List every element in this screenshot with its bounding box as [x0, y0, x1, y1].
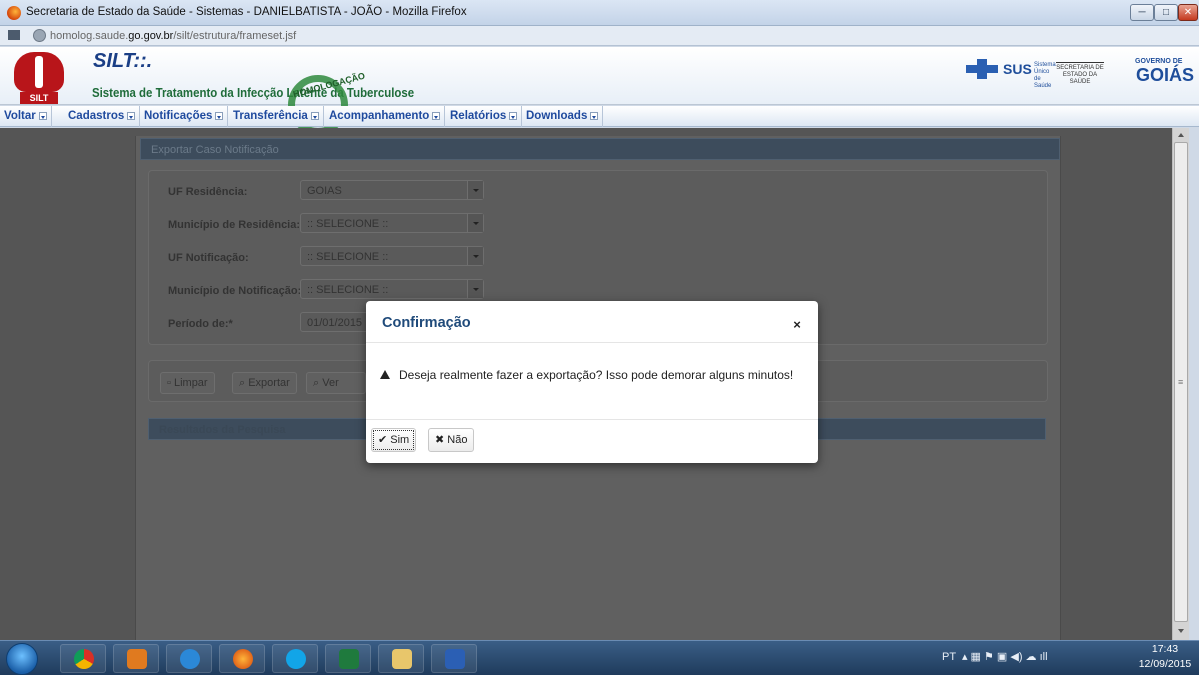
divider [366, 419, 818, 420]
outlook-icon[interactable] [113, 644, 159, 673]
taskbar: PT ▴ ▦ ⚑ ▣ ◀) ☁ ıll 17:43 12/09/2015 [0, 640, 1199, 675]
title-bar: Secretaria de Estado da Saúde - Sistemas… [0, 0, 1199, 26]
search-icon: ⌕ [313, 377, 323, 389]
municipio-notificacao-label: Município de Notificação: [168, 285, 302, 297]
menu-acompanhamento[interactable]: Acompanhamento [325, 106, 446, 127]
clock-date: 12/09/2015 [1138, 658, 1192, 670]
divider [366, 342, 818, 343]
clear-icon: ▫ [167, 377, 174, 389]
uf-residencia-label: UF Residência: [168, 186, 248, 198]
panel-header: Exportar Caso Notificação [140, 138, 1060, 160]
goias-logo: GOIÁS [1136, 65, 1195, 85]
chrome-icon[interactable] [60, 644, 106, 673]
minimize-button[interactable]: ─ [1130, 4, 1154, 21]
uf-notificacao-select[interactable]: :: SELECIONE :: [300, 246, 484, 266]
dropdown-icon [590, 112, 599, 120]
ver-outros-button[interactable]: ⌕ Ver Outr [306, 372, 366, 394]
app-name: SILT::. [93, 50, 153, 72]
dropdown-icon [432, 112, 441, 120]
chevron-down-icon [467, 280, 483, 298]
scroll-down-icon[interactable] [1173, 624, 1189, 638]
menu-notificacoes[interactable]: Notificações [140, 106, 229, 127]
menu-cadastros[interactable]: Cadastros [64, 106, 141, 127]
url-path: /silt/estrutura/frameset.jsf [173, 30, 297, 42]
dropdown-icon [509, 112, 518, 120]
maximize-button[interactable]: □ [1154, 4, 1178, 21]
browser-window: Secretaria de Estado da Saúde - Sistemas… [0, 0, 1199, 640]
dropdown-icon [215, 112, 224, 120]
uf-residencia-select[interactable]: GOIAS [300, 180, 484, 200]
sus-small-text: Sistema Único de Saúde [1034, 62, 1056, 89]
dialog-message: Deseja realmente fazer a exportação? Iss… [399, 368, 794, 382]
secretaria-logo: SECRETARIA DE ESTADO DA SAÚDE [1056, 62, 1104, 86]
vertical-scrollbar[interactable]: ≡ [1172, 128, 1189, 640]
exportar-button[interactable]: ⌕ Exportar [232, 372, 297, 394]
panel-title: Exportar Caso Notificação [151, 144, 279, 156]
firefox-icon[interactable] [219, 644, 265, 673]
limpar-button[interactable]: ▫ Limpar [160, 372, 215, 394]
dropdown-icon [127, 112, 136, 120]
sus-label: SUS [1003, 61, 1032, 77]
url-domain: go.gov.br [128, 30, 174, 42]
main-menu: Voltar Cadastros Notificações Transferên… [0, 106, 1199, 127]
logo-text: SILT [20, 92, 58, 104]
firefox-icon [7, 6, 21, 20]
word-icon[interactable] [431, 644, 477, 673]
chevron-down-icon [467, 247, 483, 265]
dropdown-icon [38, 112, 47, 120]
url-text[interactable]: homolog.saude.go.gov.br/silt/estrutura/f… [50, 30, 296, 42]
clock-time: 17:43 [1151, 643, 1179, 655]
silt-logo: SILT [10, 52, 68, 104]
dropdown-icon [310, 112, 319, 120]
municipio-residencia-label: Município de Residência: [168, 219, 301, 231]
window-title: Secretaria de Estado da Saúde - Sistemas… [26, 6, 467, 18]
confirmation-dialog: Confirmação × Deseja realmente fazer a e… [366, 301, 818, 463]
sim-button[interactable]: ✔ Sim [371, 428, 417, 452]
close-icon[interactable]: × [790, 318, 804, 332]
dialog-title: Confirmação [382, 315, 471, 331]
nao-button[interactable]: ✖ Não [428, 428, 475, 452]
chevron-down-icon [467, 181, 483, 199]
close-window-button[interactable]: ✕ [1178, 4, 1198, 21]
scroll-up-icon[interactable] [1173, 128, 1189, 142]
municipio-notificacao-select[interactable]: :: SELECIONE :: [300, 279, 484, 299]
language-indicator[interactable]: PT [942, 651, 956, 663]
periodo-input[interactable]: 01/01/2015 [300, 312, 370, 332]
explorer-icon[interactable] [378, 644, 424, 673]
scroll-thumb[interactable]: ≡ [1174, 142, 1188, 622]
skype-icon[interactable] [272, 644, 318, 673]
menu-relatorios[interactable]: Relatórios [446, 106, 523, 127]
excel-icon[interactable] [325, 644, 371, 673]
warning-icon [380, 370, 390, 379]
chevron-down-icon [467, 214, 483, 232]
address-bar[interactable]: homolog.saude.go.gov.br/silt/estrutura/f… [0, 26, 1199, 46]
url-prefix: homolog.saude. [50, 30, 129, 42]
periodo-label: Período de:* [168, 318, 233, 330]
clock[interactable]: 17:43 12/09/2015 [1135, 642, 1195, 672]
app-header: SILT SILT::. Sistema de Tratamento da In… [0, 47, 1199, 135]
start-button[interactable] [6, 643, 38, 675]
ie-icon[interactable] [166, 644, 212, 673]
app-subtitle: Sistema de Tratamento da Infecção Latent… [92, 85, 415, 100]
export-icon: ⌕ [239, 377, 249, 389]
globe-icon [33, 29, 46, 42]
uf-notificacao-label: UF Notificação: [168, 252, 249, 264]
menu-downloads[interactable]: Downloads [522, 106, 604, 127]
page-icon [8, 30, 20, 40]
results-title: Resultados da Pesquisa [159, 424, 286, 436]
governo-label: GOVERNO DE [1135, 58, 1183, 65]
sus-cross-icon [966, 59, 998, 79]
grip-icon: ≡ [1178, 377, 1184, 387]
municipio-residencia-select[interactable]: :: SELECIONE :: [300, 213, 484, 233]
menu-voltar[interactable]: Voltar [0, 106, 52, 127]
menu-transferencia[interactable]: Transferência [229, 106, 324, 127]
system-tray[interactable]: PT ▴ ▦ ⚑ ▣ ◀) ☁ ıll [942, 650, 1048, 663]
